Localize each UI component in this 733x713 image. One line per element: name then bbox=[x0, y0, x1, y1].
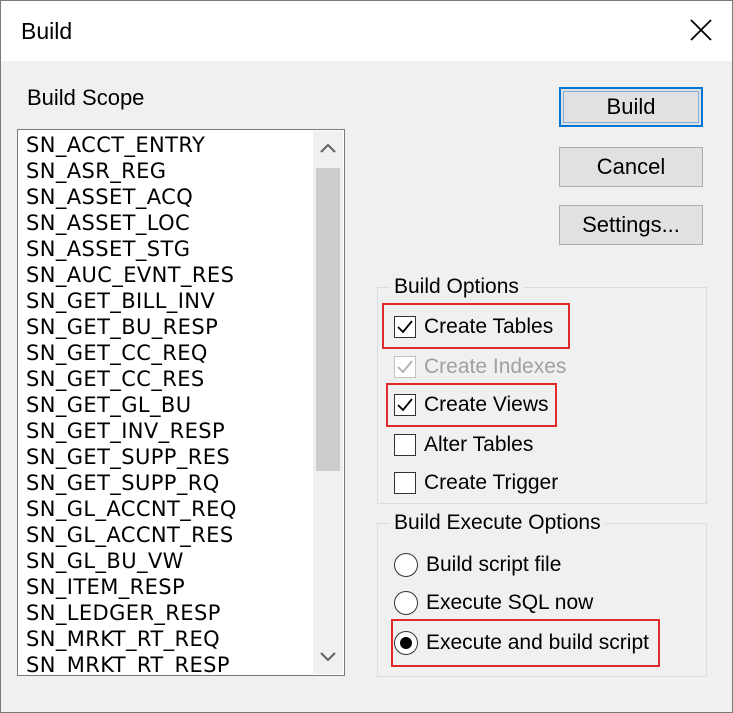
build-options-label: Build Options bbox=[390, 274, 523, 300]
execute-sql-now-radio[interactable]: Execute SQL now bbox=[394, 588, 593, 618]
list-item[interactable]: SN_LEDGER_RESP bbox=[26, 600, 237, 626]
radio-circle bbox=[394, 631, 418, 655]
title-bar: Build bbox=[1, 1, 732, 61]
checkbox-box bbox=[394, 434, 416, 456]
settings-button[interactable]: Settings... bbox=[559, 205, 703, 245]
list-item[interactable]: SN_ITEM_RESP bbox=[26, 574, 237, 600]
checkmark-icon bbox=[397, 320, 413, 334]
create-trigger-checkbox[interactable]: Create Trigger bbox=[394, 468, 558, 498]
scroll-down-button[interactable] bbox=[313, 640, 343, 674]
list-item[interactable]: SN_GL_ACCNT_RES bbox=[26, 522, 237, 548]
list-item[interactable]: SN_ASSET_ACQ bbox=[26, 184, 237, 210]
radio-circle bbox=[394, 553, 418, 577]
build-dialog: Build Build Scope SN_ACCT_ENTRY SN_ASR_RE… bbox=[0, 0, 733, 713]
list-item[interactable]: SN_GET_CC_RES bbox=[26, 366, 237, 392]
create-tables-label: Create Tables bbox=[424, 315, 554, 338]
chevron-down-icon bbox=[320, 652, 336, 662]
radio-circle bbox=[394, 591, 418, 615]
list-item[interactable]: SN_GET_BU_RESP bbox=[26, 314, 237, 340]
execute-and-build-script-label: Execute and build script bbox=[426, 631, 649, 654]
scroll-thumb[interactable] bbox=[316, 168, 340, 471]
list-item[interactable]: SN_GET_GL_BU bbox=[26, 392, 237, 418]
list-item[interactable]: SN_GL_ACCNT_REQ bbox=[26, 496, 237, 522]
list-item[interactable]: SN_GET_SUPP_RQ bbox=[26, 470, 237, 496]
list-item[interactable]: SN_GET_INV_RESP bbox=[26, 418, 237, 444]
list-item[interactable]: SN_AUC_EVNT_RES bbox=[26, 262, 237, 288]
vertical-scrollbar[interactable] bbox=[313, 131, 343, 674]
create-indexes-checkbox: Create Indexes bbox=[394, 352, 566, 382]
alter-tables-checkbox[interactable]: Alter Tables bbox=[394, 430, 533, 460]
checkmark-icon bbox=[397, 398, 413, 412]
list-item[interactable]: SN_GET_CC_REQ bbox=[26, 340, 237, 366]
checkmark-icon bbox=[397, 360, 413, 374]
close-button[interactable] bbox=[684, 13, 718, 47]
list-item[interactable]: SN_ACCT_ENTRY bbox=[26, 132, 237, 158]
build-script-file-label: Build script file bbox=[426, 553, 562, 576]
radio-selected-dot bbox=[400, 637, 412, 649]
list-item[interactable]: SN_MRKT_RT_REQ bbox=[26, 626, 237, 652]
list-item[interactable]: SN_GET_SUPP_RES bbox=[26, 444, 237, 470]
list-item[interactable]: SN_ASR_REG bbox=[26, 158, 237, 184]
list-item[interactable]: SN_GL_BU_VW bbox=[26, 548, 237, 574]
create-views-checkbox[interactable]: Create Views bbox=[394, 390, 549, 420]
list-item[interactable]: SN_ASSET_LOC bbox=[26, 210, 237, 236]
create-indexes-label: Create Indexes bbox=[424, 355, 567, 378]
scroll-up-button[interactable] bbox=[313, 131, 343, 165]
execute-sql-now-label: Execute SQL now bbox=[426, 591, 594, 614]
checkbox-box bbox=[394, 356, 416, 378]
create-views-label: Create Views bbox=[424, 393, 549, 416]
create-trigger-label: Create Trigger bbox=[424, 471, 559, 494]
cancel-button[interactable]: Cancel bbox=[559, 147, 703, 187]
checkbox-box bbox=[394, 472, 416, 494]
checkbox-box bbox=[394, 316, 416, 338]
build-scope-label: Build Scope bbox=[27, 85, 145, 110]
create-tables-checkbox[interactable]: Create Tables bbox=[394, 312, 553, 342]
execute-and-build-script-radio[interactable]: Execute and build script bbox=[394, 628, 649, 658]
close-icon bbox=[690, 19, 712, 41]
build-execute-options-label: Build Execute Options bbox=[390, 510, 605, 536]
alter-tables-label: Alter Tables bbox=[424, 433, 534, 456]
build-script-file-radio[interactable]: Build script file bbox=[394, 550, 561, 580]
list-item[interactable]: SN_GET_BILL_INV bbox=[26, 288, 237, 314]
list-item[interactable]: SN_MRKT_RT_RESP bbox=[26, 652, 237, 675]
checkbox-box bbox=[394, 394, 416, 416]
chevron-up-icon bbox=[320, 143, 336, 153]
window-title: Build bbox=[21, 18, 73, 44]
list-item[interactable]: SN_ASSET_STG bbox=[26, 236, 237, 262]
build-scope-list[interactable]: SN_ACCT_ENTRY SN_ASR_REG SN_ASSET_ACQ SN_AS… bbox=[17, 129, 345, 676]
build-button[interactable]: Build bbox=[559, 87, 703, 127]
build-scope-items: SN_ACCT_ENTRY SN_ASR_REG SN_ASSET_ACQ SN_AS… bbox=[26, 132, 237, 675]
